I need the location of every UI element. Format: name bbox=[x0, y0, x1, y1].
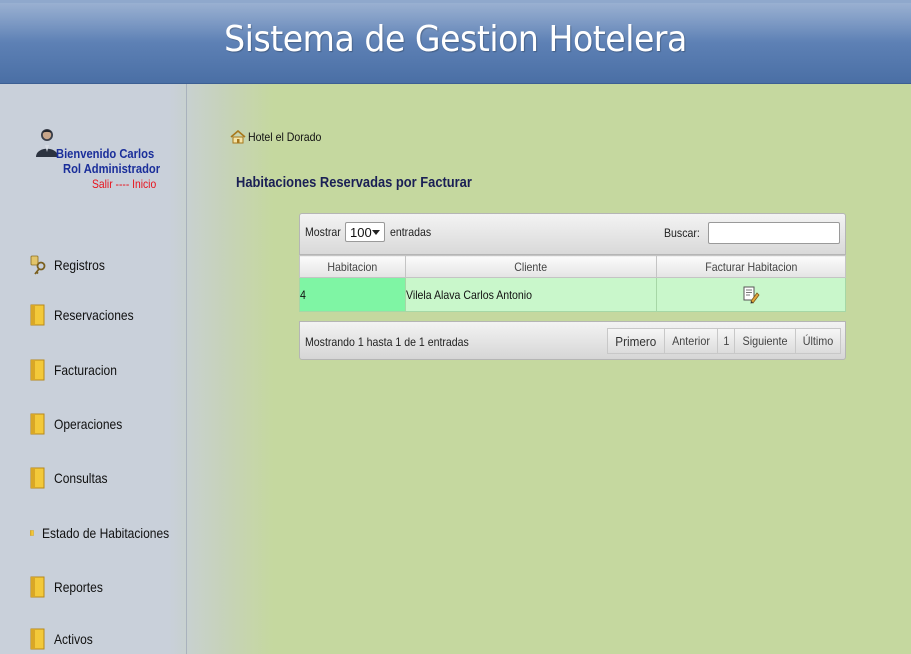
folder-icon bbox=[30, 628, 45, 650]
grid-toolbar-bottom: Mostrando 1 hasta 1 de 1 entradas Primer… bbox=[299, 321, 846, 360]
folder-icon bbox=[30, 467, 45, 489]
app-title: Sistema de Gestion Hotelera bbox=[224, 19, 687, 60]
page-title: Habitaciones Reservadas por Facturar bbox=[236, 174, 472, 191]
sidebar-item-label: Activos bbox=[54, 631, 93, 647]
sidebar: Bienvenido Carlos Rol Administrador Sali… bbox=[0, 84, 273, 654]
pager-page-1-button[interactable]: 1 bbox=[716, 328, 736, 354]
column-header-facturar[interactable]: Facturar Habitacion bbox=[656, 255, 846, 278]
sidebar-item-label: Facturacion bbox=[54, 362, 117, 378]
sidebar-item-label: Reportes bbox=[54, 579, 103, 595]
cell-cliente: Vilela Alava Carlos Antonio bbox=[405, 277, 657, 312]
breadcrumb[interactable]: Hotel el Dorado bbox=[230, 130, 331, 144]
welcome-text: Bienvenido Carlos bbox=[56, 146, 155, 161]
folder-icon bbox=[30, 359, 45, 381]
folder-icon bbox=[30, 530, 34, 536]
column-header-habitacion[interactable]: Habitacion bbox=[299, 255, 406, 278]
folder-icon bbox=[30, 413, 45, 435]
sidebar-item-label: Operaciones bbox=[54, 416, 123, 432]
show-entries-suffix: entradas bbox=[390, 225, 432, 239]
folder-icon bbox=[30, 576, 45, 598]
sidebar-item-label: Consultas bbox=[54, 470, 108, 486]
sidebar-item-consultas[interactable]: Consultas bbox=[30, 463, 190, 493]
sidebar-item-reportes[interactable]: Reportes bbox=[30, 572, 190, 602]
table-header-row: Habitacion Cliente Facturar Habitacion bbox=[299, 255, 846, 278]
page-size-select[interactable]: 100 bbox=[345, 222, 385, 242]
app-header: Sistema de Gestion Hotelera bbox=[0, 0, 911, 84]
data-grid: Mostrar 100 entradas Buscar: Habitacion … bbox=[299, 213, 846, 360]
sidebar-item-operaciones[interactable]: Operaciones bbox=[30, 409, 190, 439]
sidebar-item-label: Registros bbox=[54, 257, 105, 273]
pager-previous-button[interactable]: Anterior bbox=[663, 328, 718, 354]
table-info: Mostrando 1 hasta 1 de 1 entradas bbox=[305, 335, 469, 349]
sidebar-item-label: Reservaciones bbox=[54, 307, 134, 323]
sidebar-item-reservaciones[interactable]: Reservaciones bbox=[30, 300, 190, 330]
grid-toolbar-top: Mostrar 100 entradas Buscar: bbox=[299, 213, 846, 255]
logout-home-link[interactable]: Salir ---- Inicio bbox=[92, 177, 156, 191]
edit-invoice-icon[interactable] bbox=[742, 286, 760, 304]
search-label: Buscar: bbox=[664, 226, 700, 240]
sidebar-item-facturacion[interactable]: Facturacion bbox=[30, 355, 190, 385]
breadcrumb-label: Hotel el Dorado bbox=[248, 130, 322, 144]
sidebar-item-label: Estado de Habitaciones bbox=[42, 525, 170, 541]
pager-first-button[interactable]: Primero bbox=[607, 328, 665, 354]
pager-last-button[interactable]: Último bbox=[795, 328, 842, 354]
chevron-down-icon bbox=[372, 230, 380, 235]
column-header-cliente[interactable]: Cliente bbox=[405, 255, 657, 278]
search-input[interactable] bbox=[708, 222, 840, 244]
home-icon bbox=[230, 130, 246, 144]
show-entries-prefix: Mostrar bbox=[305, 225, 341, 239]
results-table: Habitacion Cliente Facturar Habitacion 4… bbox=[299, 255, 846, 312]
sidebar-item-registros[interactable]: Registros bbox=[30, 250, 190, 280]
sidebar-item-estado-habitaciones[interactable]: Estado de Habitaciones bbox=[30, 518, 190, 548]
cell-habitacion: 4 bbox=[299, 277, 406, 312]
pager-next-button[interactable]: Siguiente bbox=[734, 328, 797, 354]
cell-facturar bbox=[656, 277, 846, 312]
table-row[interactable]: 4 Vilela Alava Carlos Antonio bbox=[299, 277, 846, 312]
pagination: Primero Anterior 1 Siguiente Último bbox=[607, 328, 842, 354]
role-text: Rol Administrador bbox=[63, 161, 161, 176]
page-size-value: 100 bbox=[350, 225, 372, 240]
key-icon bbox=[30, 255, 46, 275]
sidebar-item-activos[interactable]: Activos bbox=[30, 624, 190, 654]
folder-icon bbox=[30, 304, 45, 326]
